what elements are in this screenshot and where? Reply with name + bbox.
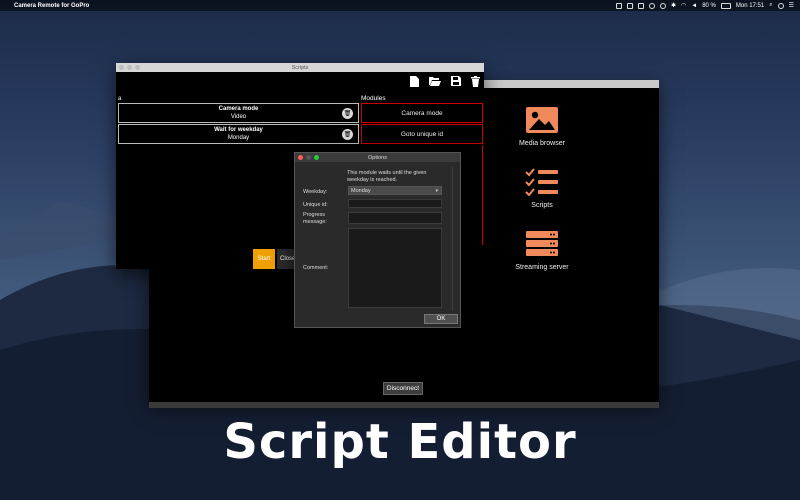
battery-icon <box>720 2 731 9</box>
status-icon[interactable] <box>637 2 644 9</box>
save-icon[interactable] <box>451 76 461 86</box>
start-button[interactable]: Start <box>253 249 275 269</box>
clock[interactable]: Mon 17:51 <box>736 3 764 9</box>
promo-caption: Script Editor <box>223 414 577 470</box>
title-bar[interactable]: Scripts <box>116 63 484 72</box>
time-machine-icon[interactable] <box>659 2 666 9</box>
progress-message-label: Progress <box>303 212 326 218</box>
script-step-value: Video <box>230 114 247 120</box>
window-title: Options <box>368 154 387 161</box>
status-area: ✱ ◠ ◄ 80 % Mon 17:51 ⌕ ☰ <box>615 2 794 9</box>
weekday-select[interactable]: Monday ▾ <box>348 186 442 195</box>
sidebar-item-streaming-server[interactable]: Streaming server <box>502 230 582 271</box>
status-icon[interactable] <box>626 2 633 9</box>
app-menu-name[interactable]: Camera Remote for GoPro <box>14 3 89 9</box>
scrollbar[interactable] <box>452 167 456 311</box>
sidebar-item-media-browser[interactable]: Media browser <box>502 106 582 147</box>
sidebar-item-label: Scripts <box>531 202 553 209</box>
sidebar-item-label: Media browser <box>519 140 565 147</box>
minimize-window-button[interactable] <box>127 65 132 70</box>
close-window-button[interactable] <box>119 65 124 70</box>
delete-icon[interactable]: 🗑 <box>342 108 353 119</box>
image-icon <box>526 107 558 133</box>
script-step[interactable]: Wait for weekday Monday 🗑 <box>118 124 359 144</box>
script-step-value: Monday <box>227 135 250 141</box>
weekday-value: Monday <box>351 187 371 194</box>
notification-center-icon[interactable]: ☰ <box>789 2 794 9</box>
options-dialog: Options This module waits until the give… <box>294 152 461 328</box>
ok-button[interactable]: OK <box>424 314 458 324</box>
title-bar[interactable]: Options <box>295 153 460 162</box>
battery-text[interactable]: 80 % <box>702 3 716 9</box>
module-description: This module waits until the given weekda… <box>347 170 427 183</box>
toolbar <box>410 76 480 87</box>
new-file-icon[interactable] <box>410 76 419 87</box>
menu-bar: Camera Remote for GoPro ✱ ◠ ◄ 80 % Mon 1… <box>0 0 800 11</box>
status-icon[interactable] <box>648 2 655 9</box>
sidebar-item-label: Streaming server <box>515 264 569 271</box>
script-step[interactable]: Camera mode Video 🗑 <box>118 103 359 123</box>
chevron-down-icon: ▾ <box>435 187 438 194</box>
weekday-label: Weekday: <box>303 189 328 195</box>
module-item[interactable]: Goto unique id <box>361 124 483 144</box>
script-name: a <box>118 96 122 102</box>
comment-label: Comment: <box>303 265 329 271</box>
script-step-title: Wait for weekday <box>214 127 263 133</box>
zoom-window-button[interactable] <box>314 155 319 160</box>
comment-textarea[interactable] <box>348 228 442 308</box>
wifi-icon[interactable]: ◠ <box>681 2 686 9</box>
close-window-button[interactable] <box>298 155 303 160</box>
siri-icon[interactable] <box>777 2 784 9</box>
status-icon[interactable] <box>615 2 622 9</box>
server-icon <box>526 231 558 256</box>
progress-message-input[interactable] <box>348 212 442 224</box>
script-step-title: Camera mode <box>218 106 259 112</box>
volume-icon[interactable]: ◄ <box>691 3 697 9</box>
sidebar-item-scripts[interactable]: Scripts <box>502 168 582 209</box>
window-title: Scripts <box>291 64 309 71</box>
module-item[interactable]: Camera mode <box>361 103 483 123</box>
search-icon[interactable]: ⌕ <box>769 2 772 9</box>
delete-icon[interactable]: 🗑 <box>342 129 353 140</box>
bluetooth-icon[interactable]: ✱ <box>671 2 676 9</box>
unique-id-input[interactable] <box>348 199 442 208</box>
window-bottom-edge <box>149 402 659 408</box>
modules-heading: Modules <box>361 95 386 102</box>
open-folder-icon[interactable] <box>429 76 441 86</box>
trash-icon[interactable] <box>471 76 480 87</box>
minimize-window-button <box>306 155 311 160</box>
unique-id-label: Unique id: <box>303 202 328 208</box>
disconnect-button[interactable]: Disconnect <box>383 382 423 395</box>
progress-message-label-line2: message: <box>303 219 327 225</box>
zoom-window-button[interactable] <box>135 65 140 70</box>
checklist-icon <box>525 168 558 196</box>
